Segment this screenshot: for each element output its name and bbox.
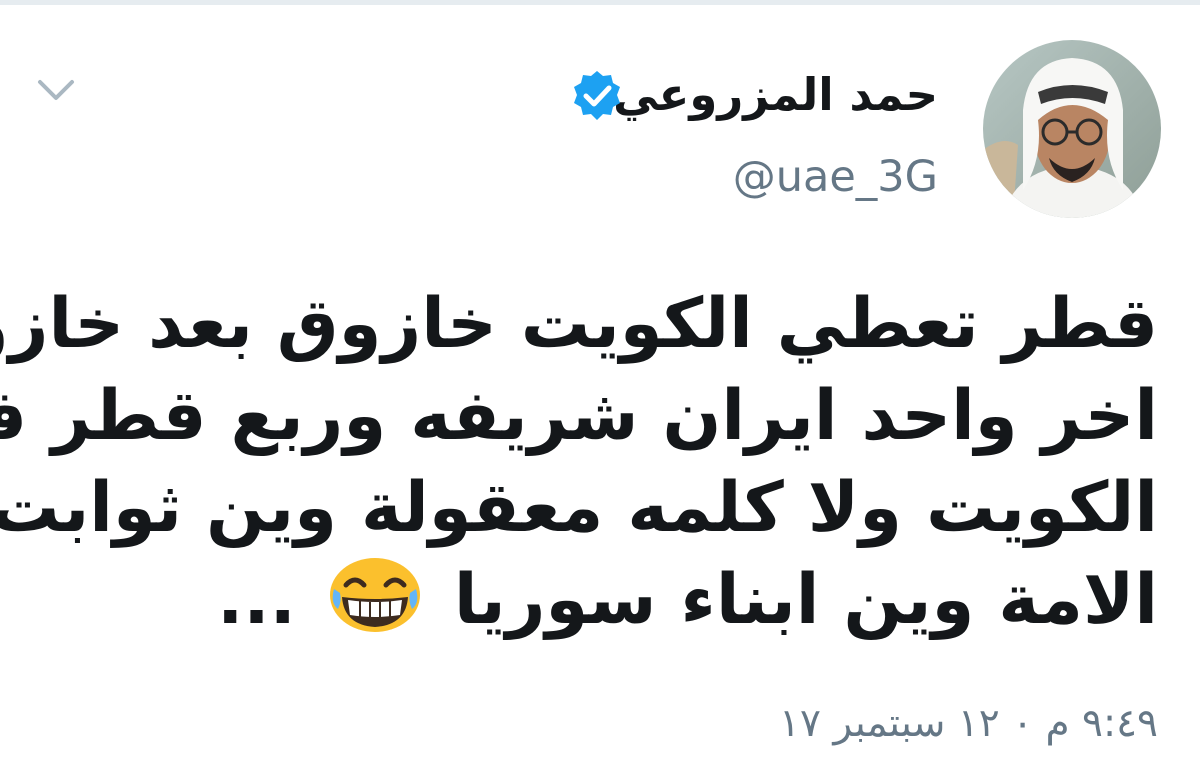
verified-badge-icon: [574, 71, 620, 120]
top-divider: [0, 0, 1200, 5]
author-display-name[interactable]: حمد المزروعي: [613, 60, 938, 130]
tweet-text-line: اخر واحد ايران شريفه وربع قطر في: [0, 376, 1158, 456]
tweet-text: قطر تعطي الكويت خازوق بعد خازوق اخر واحد…: [0, 278, 1158, 646]
tweet-view: حمد المزروعي @uae_3G قطر تعطي الكويت خاز…: [0, 0, 1200, 783]
avatar-image: [983, 40, 1161, 218]
laughing-face-emoji-icon: [329, 558, 420, 632]
avatar[interactable]: [983, 40, 1161, 218]
author-handle[interactable]: @uae_3G: [733, 148, 938, 206]
tweet-timestamp[interactable]: ٩:٤٩ م ٠ ١٢ سبتمبر ١٧: [779, 694, 1158, 754]
chevron-down-icon[interactable]: [32, 70, 80, 110]
tweet-text-ellipsis: ...: [217, 560, 296, 640]
tweet-text-line: الكويت ولا كلمه معقولة وين ثوابت: [0, 468, 1158, 548]
tweet-text-line: قطر تعطي الكويت خازوق بعد خازوق: [0, 284, 1158, 364]
tweet-text-segment: الامة وين ابناء سوريا: [453, 560, 1158, 640]
tweet-text-line-last: الامة وين ابناء سوريا ...: [38, 554, 1158, 646]
